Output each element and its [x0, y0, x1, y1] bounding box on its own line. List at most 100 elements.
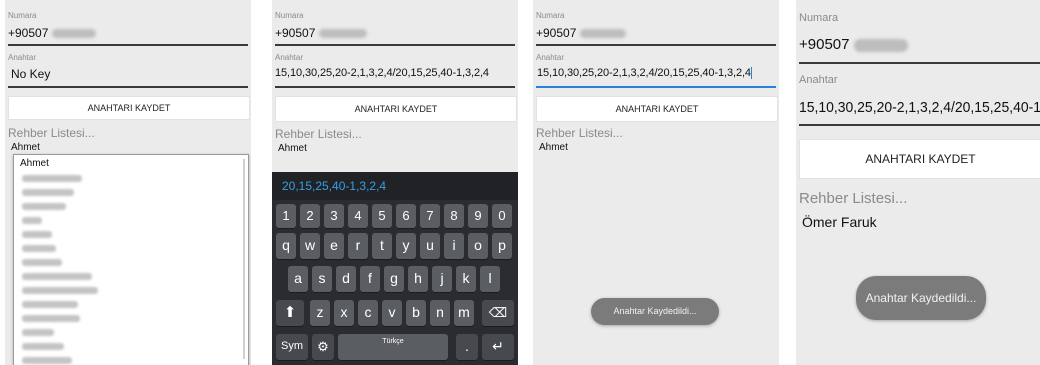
- key-j[interactable]: j: [432, 266, 452, 292]
- dropdown-scrollbar[interactable]: [243, 159, 245, 359]
- contact-spinner[interactable]: Ömer Faruk: [802, 214, 877, 230]
- suggestion-text[interactable]: 20,15,25,40-1,3,2,4: [282, 179, 386, 193]
- key-y[interactable]: y: [396, 233, 416, 259]
- key-o[interactable]: o: [468, 233, 488, 259]
- save-key-button[interactable]: ANAHTARI KAYDET: [8, 96, 250, 120]
- redacted-contact[interactable]: [22, 245, 56, 252]
- redacted-contact[interactable]: [22, 175, 82, 182]
- rehber-list-label: Rehber Listesi...: [275, 127, 362, 141]
- redacted-number: [853, 38, 908, 52]
- key-e[interactable]: e: [324, 233, 344, 259]
- redacted-contact[interactable]: [22, 189, 74, 196]
- anahtar-value: 15,10,30,25,20-2,1,3,2,4/20,15,25,40-1,3…: [537, 67, 751, 79]
- sym-key[interactable]: Sym: [276, 334, 308, 360]
- key-b[interactable]: b: [406, 300, 426, 326]
- key-f[interactable]: f: [360, 266, 380, 292]
- key-3[interactable]: 3: [324, 204, 344, 228]
- key-6[interactable]: 6: [396, 204, 416, 228]
- key-2[interactable]: 2: [300, 204, 320, 228]
- key-n[interactable]: n: [430, 300, 450, 326]
- key-p[interactable]: p: [492, 233, 512, 259]
- redacted-contact[interactable]: [22, 231, 52, 238]
- key-i[interactable]: i: [444, 233, 464, 259]
- key-m[interactable]: m: [454, 300, 474, 326]
- anahtar-label: Anahtar: [275, 53, 304, 62]
- save-key-button[interactable]: ANAHTARI KAYDET: [536, 96, 778, 122]
- key-0[interactable]: 0: [492, 204, 512, 228]
- contact-spinner[interactable]: Ahmet: [11, 142, 40, 153]
- numara-underline: [275, 44, 515, 46]
- punctuation-key[interactable]: .: [456, 334, 478, 360]
- numara-field[interactable]: +90507: [275, 26, 367, 40]
- toast-message: Anahtar Kaydedildi...: [856, 276, 986, 320]
- screen-3: Numara +90507 Anahtar 15,10,30,25,20-2,1…: [533, 0, 779, 365]
- key-l[interactable]: l: [480, 266, 500, 292]
- backspace-icon: ⌫: [488, 305, 508, 320]
- redacted-contact[interactable]: [22, 259, 62, 266]
- toast-message: Anahtar Kaydedildi...: [591, 298, 719, 325]
- key-5[interactable]: 5: [372, 204, 392, 228]
- redacted-contact[interactable]: [22, 301, 78, 308]
- space-key[interactable]: Türkçe: [338, 334, 448, 360]
- shift-arrow-icon: ⬆: [283, 304, 297, 321]
- anahtar-field[interactable]: 15,10,30,25,20-2,1,3,2,4/20,15,25,40-1,3…: [537, 67, 752, 80]
- save-key-button[interactable]: ANAHTARI KAYDET: [799, 139, 1040, 179]
- key-x[interactable]: x: [334, 300, 354, 326]
- key-v[interactable]: v: [382, 300, 402, 326]
- redacted-contact[interactable]: [22, 287, 98, 294]
- dropdown-item-ahmet[interactable]: Ahmet: [20, 158, 49, 169]
- key-9[interactable]: 9: [468, 204, 488, 228]
- anahtar-underline: [275, 86, 515, 88]
- key-s[interactable]: s: [312, 266, 332, 292]
- key-t[interactable]: t: [372, 233, 392, 259]
- backspace-key[interactable]: ⌫: [482, 300, 514, 326]
- redacted-number: [579, 29, 626, 39]
- numara-value: +90507: [799, 36, 850, 53]
- redacted-contact[interactable]: [22, 273, 92, 280]
- redacted-contact[interactable]: [22, 329, 54, 336]
- key-z[interactable]: z: [310, 300, 330, 326]
- numara-label: Numara: [275, 11, 304, 20]
- gear-icon: ⚙: [317, 339, 329, 354]
- anahtar-field[interactable]: 15,10,30,25,20-2,1,3,2,4/20,15,25,40-1,3…: [799, 99, 1040, 116]
- key-c[interactable]: c: [358, 300, 378, 326]
- anahtar-field[interactable]: 15,10,30,25,20-2,1,3,2,4/20,15,25,40-1,3…: [275, 67, 489, 79]
- key-u[interactable]: u: [420, 233, 440, 259]
- anahtar-label: Anahtar: [799, 74, 838, 86]
- redacted-contact[interactable]: [22, 343, 64, 350]
- enter-key[interactable]: ↵: [482, 334, 514, 360]
- key-7[interactable]: 7: [420, 204, 440, 228]
- key-d[interactable]: d: [336, 266, 356, 292]
- redacted-number: [51, 29, 96, 39]
- redacted-contact[interactable]: [22, 315, 80, 322]
- key-8[interactable]: 8: [444, 204, 464, 228]
- key-1[interactable]: 1: [276, 204, 296, 228]
- key-g[interactable]: g: [384, 266, 404, 292]
- numara-label: Numara: [8, 11, 37, 20]
- redacted-contact[interactable]: [22, 217, 42, 224]
- anahtar-field[interactable]: No Key: [11, 67, 50, 81]
- contact-spinner[interactable]: Ahmet: [539, 142, 568, 153]
- text-cursor: [750, 67, 752, 80]
- numara-field[interactable]: +90507: [8, 26, 96, 40]
- key-r[interactable]: r: [348, 233, 368, 259]
- key-a[interactable]: a: [288, 266, 308, 292]
- numara-field[interactable]: +90507: [536, 26, 626, 40]
- redacted-contact[interactable]: [22, 357, 72, 364]
- key-h[interactable]: h: [408, 266, 428, 292]
- contact-spinner[interactable]: Ahmet: [278, 143, 307, 154]
- numara-underline: [8, 44, 248, 46]
- anahtar-label: Anahtar: [536, 53, 565, 62]
- settings-key[interactable]: ⚙: [312, 334, 334, 360]
- numara-field[interactable]: +90507: [799, 36, 908, 53]
- save-key-button[interactable]: ANAHTARI KAYDET: [275, 96, 517, 122]
- key-4[interactable]: 4: [348, 204, 368, 228]
- key-w[interactable]: w: [300, 233, 320, 259]
- shift-key[interactable]: ⬆: [276, 300, 304, 326]
- rehber-list-label: Rehber Listesi...: [536, 126, 623, 140]
- key-k[interactable]: k: [456, 266, 476, 292]
- key-q[interactable]: q: [276, 233, 296, 259]
- screen-2: Numara +90507 Anahtar 15,10,30,25,20-2,1…: [272, 0, 518, 365]
- redacted-contact[interactable]: [22, 203, 66, 210]
- numara-value: +90507: [536, 26, 577, 40]
